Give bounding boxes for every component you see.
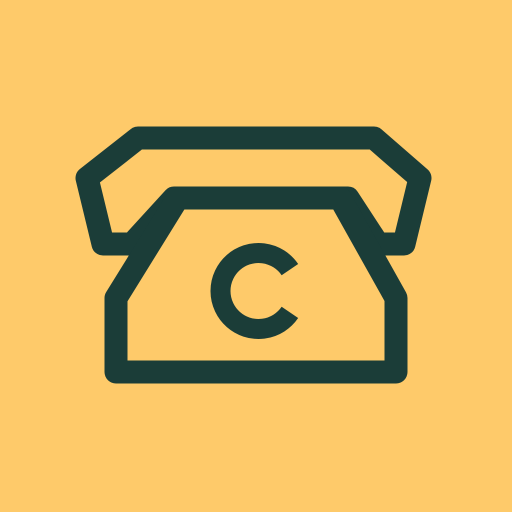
app-icon <box>0 0 512 512</box>
telephone-icon <box>75 126 432 384</box>
letter-c-mark <box>210 243 299 339</box>
telephone-base <box>104 186 408 384</box>
